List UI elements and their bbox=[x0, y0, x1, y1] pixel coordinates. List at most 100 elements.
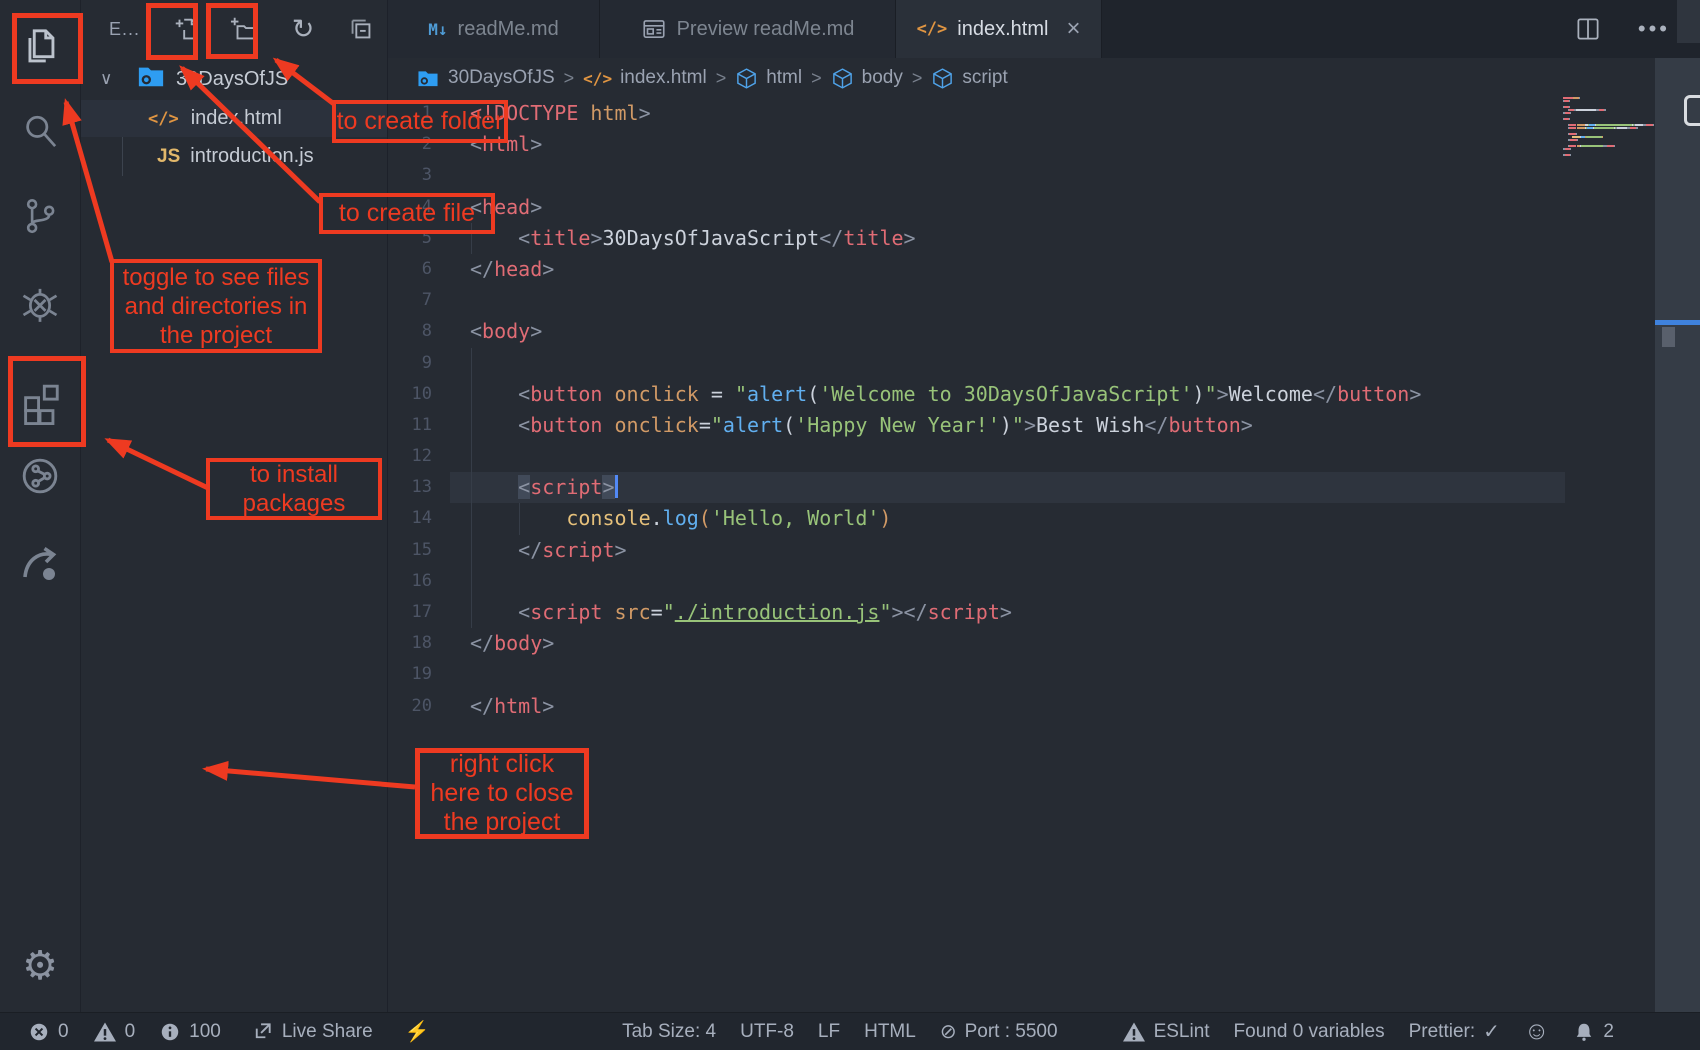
code-line: 4<head> bbox=[388, 192, 1700, 223]
code-line: 8<body> bbox=[388, 316, 1700, 347]
tab-readme[interactable]: M↓ readMe.md bbox=[388, 0, 600, 58]
warnings-status[interactable]: 0 bbox=[93, 1021, 136, 1043]
scrollbar-accent bbox=[1655, 320, 1700, 325]
line-number: 17 bbox=[388, 597, 450, 628]
minimap[interactable] bbox=[1563, 97, 1653, 157]
feedback-button[interactable]: ☺ bbox=[1524, 1019, 1550, 1044]
activity-bar: ⚙ bbox=[0, 0, 81, 1012]
editor-scrollbar[interactable] bbox=[1655, 58, 1700, 1012]
lightning-button[interactable]: ⚡ bbox=[405, 1022, 430, 1042]
breadcrumb-item[interactable]: </> index.html bbox=[583, 67, 707, 89]
prettier-status[interactable]: Prettier: ✓ bbox=[1409, 1021, 1500, 1043]
tab-index-html[interactable]: </> index.html × bbox=[896, 0, 1102, 58]
markdown-icon: M↓ bbox=[428, 20, 447, 39]
eslint-status[interactable]: ESLint bbox=[1122, 1021, 1210, 1043]
code-editor[interactable]: 1<!DOCTYPE html>2<html>34<head>5 <title>… bbox=[388, 98, 1700, 722]
tree-item-file[interactable]: JS introduction.js bbox=[81, 138, 387, 175]
bell-icon bbox=[1573, 1021, 1595, 1043]
line-number: 13 bbox=[388, 472, 450, 503]
eol-status[interactable]: LF bbox=[818, 1021, 840, 1043]
code-line: 2<html> bbox=[388, 129, 1700, 160]
line-number: 10 bbox=[388, 379, 450, 410]
breadcrumb-separator: > bbox=[912, 68, 923, 89]
warning-icon bbox=[93, 1021, 117, 1043]
port-status[interactable]: ⊘ Port : 5500 bbox=[940, 1021, 1058, 1043]
code-icon: </> bbox=[583, 69, 612, 88]
error-icon bbox=[28, 1021, 50, 1043]
breadcrumb-item[interactable]: body bbox=[831, 67, 903, 90]
file-label: index.html bbox=[191, 107, 282, 130]
annotation-create-file: to create file bbox=[319, 193, 495, 234]
annotation-close-project: right click here to close the project bbox=[415, 748, 589, 839]
breadcrumb-separator: > bbox=[716, 68, 727, 89]
tab-bar: M↓ readMe.md Preview readMe.md </> index… bbox=[388, 0, 1700, 58]
breadcrumb-item[interactable]: html bbox=[735, 67, 802, 90]
js-file-icon: JS bbox=[157, 146, 180, 168]
code-line: 9 bbox=[388, 348, 1700, 379]
check-icon: ✓ bbox=[1483, 1022, 1500, 1042]
breadcrumb-item[interactable]: 30DaysOfJS bbox=[416, 67, 555, 89]
collapse-all-icon[interactable] bbox=[344, 12, 378, 46]
live-share-icon bbox=[251, 1020, 274, 1043]
more-actions-icon[interactable]: ••• bbox=[1638, 16, 1670, 42]
info-icon bbox=[159, 1021, 181, 1043]
split-editor-icon[interactable] bbox=[1574, 15, 1602, 43]
tree-item-project[interactable]: ∨ 30DaysOfJS bbox=[81, 60, 387, 98]
line-number: 20 bbox=[388, 691, 450, 722]
code-line: 18</body> bbox=[388, 628, 1700, 659]
smiley-icon: ☺ bbox=[1524, 1019, 1550, 1044]
line-number: 19 bbox=[388, 659, 450, 690]
line-number: 11 bbox=[388, 410, 450, 441]
explorer-title: E... bbox=[109, 19, 140, 40]
line-number: 6 bbox=[388, 254, 450, 285]
status-bar: 0 0 100 Live Share ⚡ Tab Size: 4 UTF-8 L… bbox=[0, 1012, 1700, 1050]
tab-label: readMe.md bbox=[458, 18, 559, 41]
code-line: 12 bbox=[388, 441, 1700, 472]
annotation-install-packages: to install packages bbox=[206, 458, 382, 520]
line-number: 8 bbox=[388, 316, 450, 347]
info-status[interactable]: 100 bbox=[159, 1021, 221, 1043]
live-share-session-icon[interactable] bbox=[17, 453, 63, 499]
code-line: 17 <script src="./introduction.js"></scr… bbox=[388, 597, 1700, 628]
search-icon[interactable] bbox=[18, 109, 62, 153]
tabbar-right-strip bbox=[1677, 0, 1700, 43]
preview-icon bbox=[641, 16, 667, 42]
share-icon[interactable] bbox=[16, 538, 64, 586]
breadcrumb-item[interactable]: script bbox=[931, 67, 1007, 90]
settings-gear-icon[interactable]: ⚙ bbox=[22, 946, 58, 986]
html-file-icon: </> bbox=[148, 109, 179, 129]
encoding-status[interactable]: UTF-8 bbox=[740, 1021, 794, 1043]
line-number: 12 bbox=[388, 441, 450, 472]
editor-actions: ••• bbox=[1574, 0, 1670, 58]
annotation-box-explorer-icon bbox=[12, 13, 83, 84]
line-number: 3 bbox=[388, 160, 450, 191]
code-line: 5 <title>30DaysOfJavaScript</title> bbox=[388, 223, 1700, 254]
code-line: 16 bbox=[388, 566, 1700, 597]
code-line: 10 <button onclick = "alert('Welcome to … bbox=[388, 379, 1700, 410]
code-line: 7 bbox=[388, 285, 1700, 316]
tab-label: index.html bbox=[957, 18, 1048, 41]
live-share-button[interactable]: Live Share bbox=[251, 1020, 373, 1043]
file-label: introduction.js bbox=[190, 145, 313, 168]
errors-status[interactable]: 0 bbox=[28, 1021, 69, 1043]
breadcrumb-separator: > bbox=[564, 68, 575, 89]
close-icon[interactable]: × bbox=[1066, 15, 1080, 43]
line-number: 14 bbox=[388, 503, 450, 534]
code-line: 20</html> bbox=[388, 691, 1700, 722]
code-line: 1<!DOCTYPE html> bbox=[388, 98, 1700, 129]
refresh-icon[interactable]: ↻ bbox=[286, 12, 320, 46]
scrollbar-thumb[interactable] bbox=[1662, 327, 1675, 347]
source-control-icon[interactable] bbox=[19, 195, 61, 237]
debug-icon[interactable] bbox=[18, 282, 62, 326]
notifications-button[interactable]: 2 bbox=[1573, 1021, 1614, 1043]
language-status[interactable]: HTML bbox=[864, 1021, 916, 1043]
variables-status[interactable]: Found 0 variables bbox=[1234, 1021, 1385, 1043]
tab-size-status[interactable]: Tab Size: 4 bbox=[622, 1021, 716, 1043]
project-label: 30DaysOfJS bbox=[176, 68, 288, 91]
text-cursor bbox=[615, 475, 618, 498]
code-line: 11 <button onclick="alert('Happy New Yea… bbox=[388, 410, 1700, 441]
code-line: 19 bbox=[388, 659, 1700, 690]
tab-preview-readme[interactable]: Preview readMe.md bbox=[600, 0, 896, 58]
code-line: 3 bbox=[388, 160, 1700, 191]
code-line: 6</head> bbox=[388, 254, 1700, 285]
